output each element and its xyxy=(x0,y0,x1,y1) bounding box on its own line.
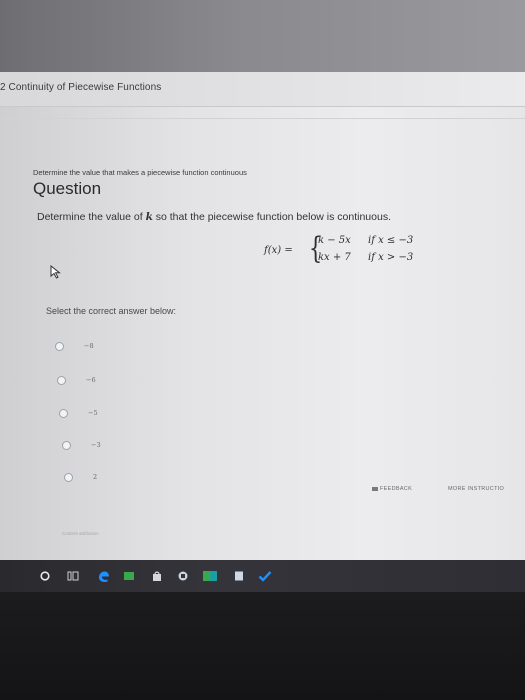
content-attribution-link[interactable]: Content attribution xyxy=(62,531,99,536)
answer-option[interactable]: −6 xyxy=(57,373,96,387)
answer-option-label: −8 xyxy=(84,342,94,350)
radio-button[interactable] xyxy=(59,408,68,418)
task-view-icon[interactable] xyxy=(66,569,80,583)
store-icon[interactable] xyxy=(150,569,164,583)
feedback-label: FEEDBACK xyxy=(380,486,413,492)
feedback-link[interactable]: FEEDBACK xyxy=(372,486,412,492)
cortana-icon[interactable] xyxy=(38,569,52,583)
green-app-icon[interactable] xyxy=(122,569,136,583)
teams-icon[interactable] xyxy=(176,569,190,583)
formula-case1-expression: k − 5x xyxy=(318,235,351,246)
answer-option[interactable]: −5 xyxy=(59,406,98,420)
question-prompt: Determine the value of k so that the pie… xyxy=(37,211,391,223)
formula-case2-condition: if x > −3 xyxy=(368,252,414,263)
assignment-header: 2 Continuity of Piecewise Functions xyxy=(0,72,525,107)
answer-option[interactable]: 2 xyxy=(64,470,97,484)
answer-option-label: 2 xyxy=(93,473,98,481)
question-instruction: Determine the value that makes a piecewi… xyxy=(33,168,247,177)
answer-option-label: −5 xyxy=(88,409,98,417)
feedback-icon xyxy=(372,486,378,491)
checkmark-app-icon[interactable] xyxy=(258,569,272,583)
answer-option-label: −3 xyxy=(91,441,101,449)
taskbar xyxy=(0,560,525,592)
assignment-title: 2 Continuity of Piecewise Functions xyxy=(0,82,162,93)
radio-button[interactable] xyxy=(62,440,71,450)
edge-browser-icon[interactable] xyxy=(96,569,110,583)
answer-option[interactable]: −3 xyxy=(62,438,101,452)
more-instruction-link[interactable]: MORE INSTRUCTIO xyxy=(448,486,504,492)
green-teal-app-icon[interactable] xyxy=(203,569,217,583)
answer-option[interactable]: −8 xyxy=(55,339,94,353)
answer-option-label: −6 xyxy=(86,376,96,384)
question-page: 2 Continuity of Piecewise Functions Dete… xyxy=(0,72,525,560)
bottom-bezel xyxy=(0,592,525,700)
formula-lhs: f(x) = xyxy=(264,245,293,256)
top-bezel xyxy=(0,0,525,72)
mouse-pointer-icon xyxy=(50,264,62,284)
radio-button[interactable] xyxy=(55,341,64,351)
formula-case2-expression: kx + 7 xyxy=(318,252,351,263)
prompt-after: so that the piecewise function below is … xyxy=(152,211,391,223)
file-app-icon[interactable] xyxy=(232,569,246,583)
prompt-before: Determine the value of xyxy=(37,211,146,223)
formula-case1-condition: if x ≤ −3 xyxy=(368,235,414,246)
question-heading: Question xyxy=(33,179,102,198)
header-divider xyxy=(0,118,525,119)
prompt-variable: k xyxy=(145,211,153,223)
select-answer-label: Select the correct answer below: xyxy=(46,306,177,316)
radio-button[interactable] xyxy=(64,472,73,482)
radio-button[interactable] xyxy=(57,375,66,385)
